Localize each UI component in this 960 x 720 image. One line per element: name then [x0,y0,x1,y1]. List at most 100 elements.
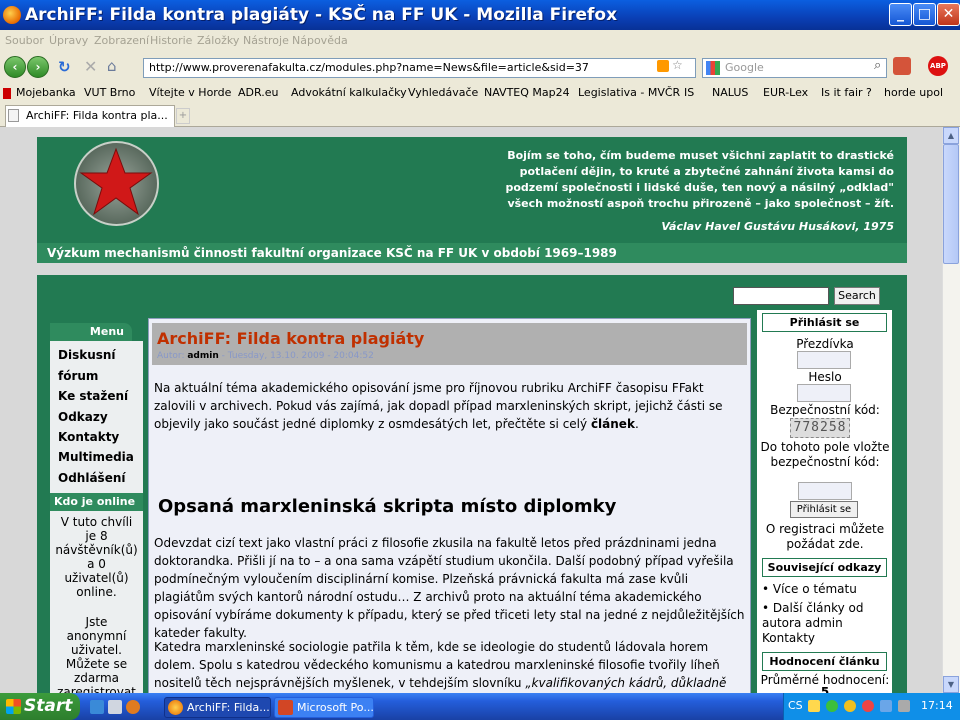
online-panel: V tuto chvíli je 8 návštěvník(ů) a 0 uži… [50,511,143,713]
menu-historie[interactable]: Historie [150,34,192,47]
article-heading: Opsaná marxleninská skripta místo diplom… [158,496,617,517]
online-header: Kdo je online [50,493,143,511]
bookmark-isitfair[interactable]: Is it fair ? [821,86,872,99]
related-header: Související odkazy [762,558,887,577]
back-icon[interactable]: ‹ [4,56,26,78]
menu-nastroje[interactable]: Nástroje [243,34,289,47]
firefox-task-icon [168,700,183,715]
menu-header: Menu [50,323,132,341]
menu-link-diskusni[interactable]: Diskusní [58,348,116,362]
nickname-input[interactable] [797,351,851,369]
menu-link-multimedia[interactable]: Multimedia [58,450,134,464]
home-icon[interactable]: ⌂ [107,57,117,75]
online-text: V tuto chvíli je 8 návštěvník(ů) a 0 uži… [55,515,138,599]
menu-link-kontakty[interactable]: Kontakty [58,430,119,444]
reload-icon[interactable]: ↻ [58,58,71,76]
password-input[interactable] [797,384,851,402]
volume-icon[interactable] [880,700,892,712]
quicklaunch-ie-icon[interactable] [90,700,104,714]
article-meta: Autor: admin - Tuesday, 13.10. 2009 - 20… [157,351,374,361]
bookmark-adr[interactable]: ADR.eu [238,86,278,99]
quicklaunch-firefox-icon[interactable] [126,700,140,714]
bookmark-hordeupol[interactable]: horde upol [884,86,943,99]
system-tray: CS 17:14 [783,693,960,720]
bookmark-mojebanka[interactable]: Mojebanka [16,86,76,99]
anon-text: Jste anonymní uživatel. Můžete se zdarma… [57,615,136,699]
window-titlebar[interactable]: ArchiFF: Filda kontra plagiáty - KSČ na … [0,0,960,30]
addon-icon[interactable] [893,57,911,75]
bookmark-is[interactable]: IS [684,86,694,99]
menu-soubor[interactable]: Soubor [5,34,44,47]
related-link-dalsi[interactable]: • Další články od autora admin [762,601,890,631]
new-tab-button[interactable]: + [176,108,190,124]
menu-napoveda[interactable]: Nápověda [292,34,348,47]
bookmark-vut[interactable]: VUT Brno [84,86,135,99]
menu-link-ke-stazeni[interactable]: Ke stažení [58,389,128,403]
google-icon [706,61,720,75]
address-bar[interactable]: http://www.proverenafakulta.cz/modules.p… [143,58,696,78]
quote-author: Václav Havel Gustávu Husákovi, 1975 [661,220,894,233]
bookmark-star-icon[interactable]: ☆ [672,58,683,72]
login-button[interactable]: Přihlásit se [790,501,858,518]
tray-red-icon[interactable] [862,700,874,712]
scrollbar-thumb[interactable] [943,144,959,264]
menu-upravy[interactable]: Úpravy [49,34,88,47]
forward-icon[interactable]: › [27,56,49,78]
menu-zobrazeni[interactable]: Zobrazení [94,34,149,47]
menu-link-odkazy[interactable]: Odkazy [58,410,108,424]
scroll-up-icon[interactable]: ▲ [943,127,959,144]
quicklaunch-desktop-icon[interactable] [108,700,122,714]
site-search-button[interactable]: Search [834,287,880,305]
menu-zalozky[interactable]: Záložky [197,34,239,47]
related-link-vice[interactable]: • Více o tématu [762,582,890,597]
scroll-down-icon[interactable]: ▼ [943,676,959,693]
bookmark-kalkulacky[interactable]: Advokátní kalkulačky [291,86,407,99]
ksc-logo [74,141,159,226]
bookmark-vyhledavace[interactable]: Vyhledávače [408,86,478,99]
site-subtitle: Výzkum mechanismů činnosti fakultní orga… [37,243,907,263]
code-label: Bezpečnostní kód: [770,403,880,417]
search-box[interactable]: Google [702,58,887,78]
page-icon [8,109,19,122]
minimize-button[interactable]: _ [889,3,912,26]
nickname-label: Přezdívka [796,337,854,351]
meta-prefix: Autor: [157,351,185,361]
rss-icon[interactable] [657,60,669,72]
bookmark-legislativa[interactable]: Legislativa - MVČR [578,86,680,99]
menu-link-forum[interactable]: fórum [58,369,98,383]
tray-green-icon[interactable] [826,700,838,712]
adblock-icon[interactable]: ABP [928,56,948,76]
meta-author[interactable]: admin [187,351,218,361]
close-button[interactable]: ✕ [937,3,960,26]
red-star-icon [79,147,153,216]
network-icon[interactable] [808,700,820,712]
article-title: ArchiFF: Filda kontra plagiáty [157,329,425,348]
password-label: Heslo [808,370,842,384]
bookmark-navteq[interactable]: NAVTEQ Map24 [484,86,570,99]
menu-bar: Soubor Úpravy Zobrazení Historie Záložky… [0,30,960,51]
meta-date: - Tuesday, 13.10. 2009 - 20:04:52 [221,351,374,361]
tray-yellow-icon[interactable] [844,700,856,712]
bookmark-icon [3,88,11,99]
site-search-input[interactable] [733,287,829,305]
article-paragraph-1: Odevzdat cizí text jako vlastní práci z … [154,536,745,640]
bookmark-eurlex[interactable]: EUR-Lex [763,86,808,99]
bookmark-nalus[interactable]: NALUS [712,86,748,99]
rating-header: Hodnocení článku [762,652,887,671]
powerpoint-icon [278,700,293,715]
captcha-image: 778258 [790,418,850,438]
related-link-kontakty[interactable]: Kontakty [762,631,890,646]
tray-gray-icon[interactable] [898,700,910,712]
stop-icon[interactable]: ✕ [84,57,97,76]
code-prompt: Do tohoto pole vložte bezpečnostní kód: [760,440,890,469]
menu-link-odhlaseni[interactable]: Odhlášení [58,471,125,485]
login-header: Přihlásit se [762,313,887,332]
code-input[interactable] [798,482,852,500]
language-indicator[interactable]: CS [788,699,803,712]
bookmark-horde[interactable]: Vítejte v Horde [149,86,231,99]
search-icon[interactable]: ⌕ [874,58,881,73]
maximize-button[interactable]: □ [913,3,936,26]
tab-archiff[interactable]: ArchiFF: Filda kontra pla... [5,105,175,127]
firefox-icon [3,6,21,24]
intro-link[interactable]: článek [591,417,635,431]
